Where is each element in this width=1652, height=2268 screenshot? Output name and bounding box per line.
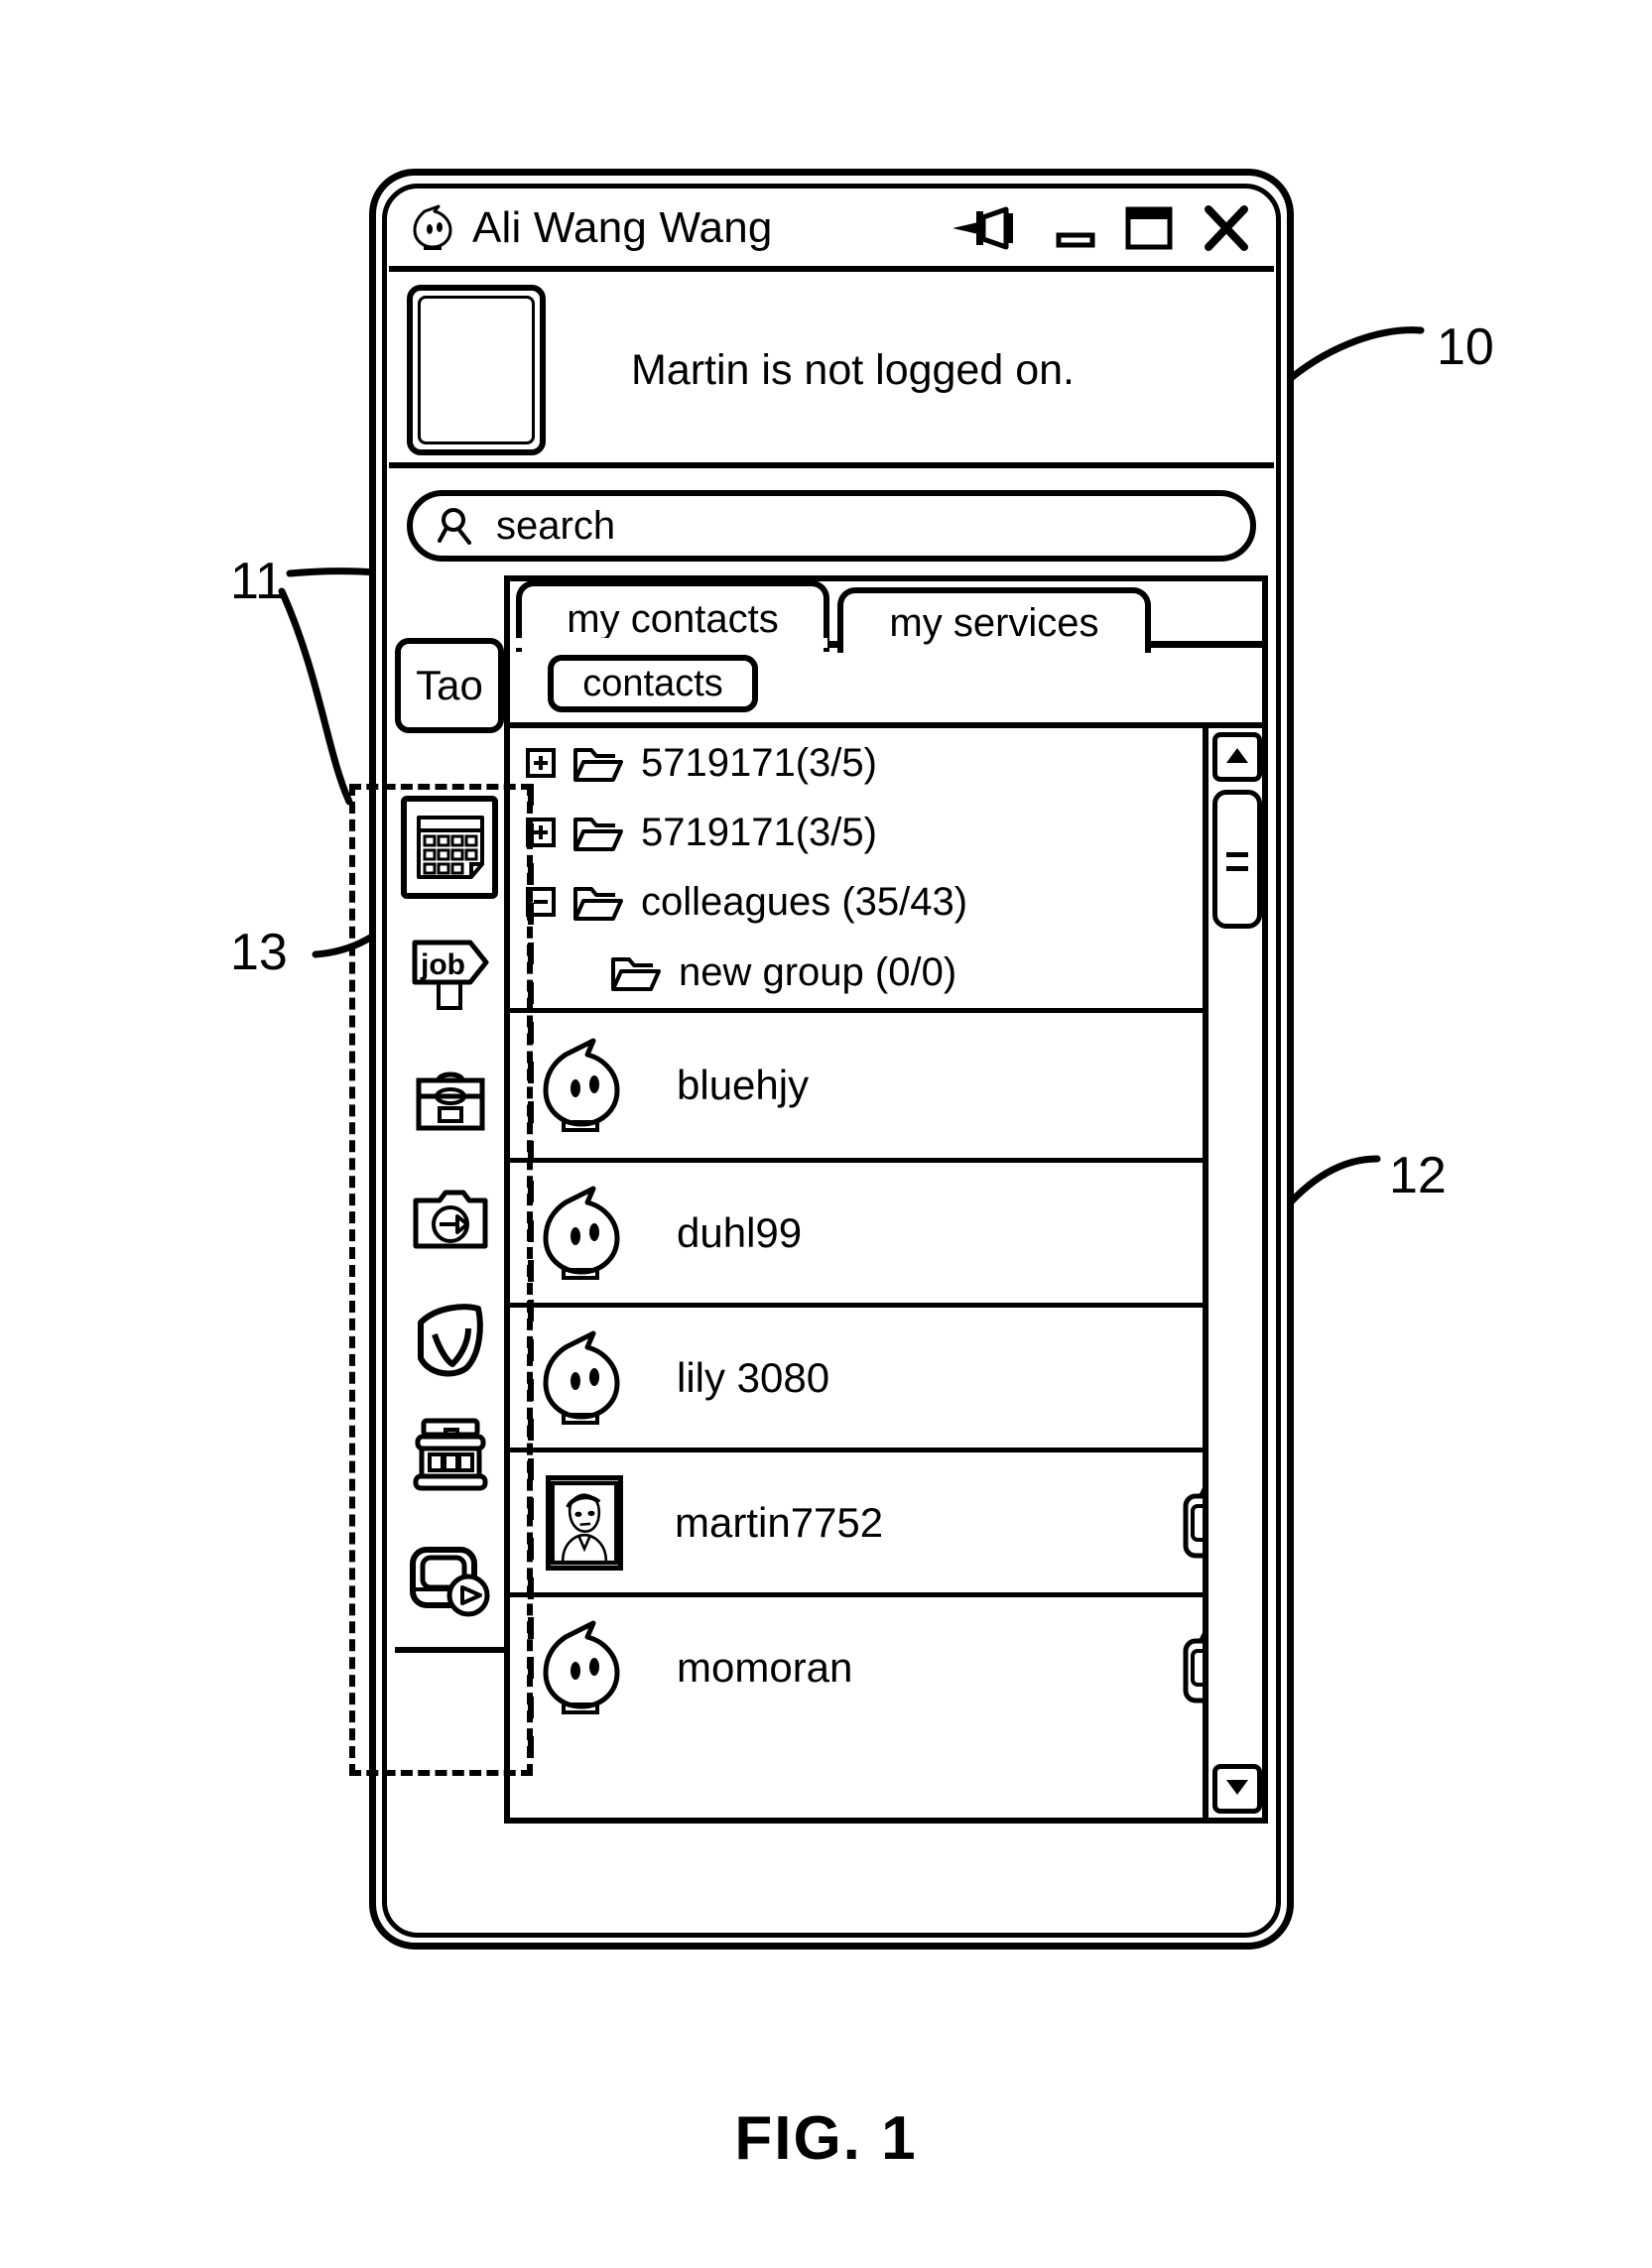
reference-numeral-12: 12 (1389, 1147, 1447, 1204)
group-row-child[interactable]: new group (0/0) (510, 937, 1262, 1008)
user-avatar-placeholder[interactable] (407, 285, 546, 455)
triangle-down-icon (1224, 1776, 1250, 1803)
contact-row[interactable]: duhl99 (510, 1158, 1262, 1303)
reference-numeral-13: 13 (230, 924, 288, 981)
photo-portrait-icon (546, 1474, 623, 1571)
window-title: Ali Wang Wang (472, 203, 773, 252)
active-tab-notch (510, 638, 827, 648)
contact-name: lily 3080 (677, 1353, 830, 1401)
contact-list-panel[interactable]: 5719171(3/5) 5719171(3/5) colleagues (35… (504, 722, 1268, 1824)
group-label: colleagues (35/43) (641, 879, 968, 924)
group-label: 5719171(3/5) (641, 740, 877, 785)
figure-caption: FIG. 1 (734, 2104, 918, 2173)
contact-row[interactable]: martin7752 (510, 1448, 1262, 1592)
profile-panel: Martin is not logged on. (389, 278, 1274, 468)
folder-icon (572, 881, 623, 923)
wangwang-avatar-icon (540, 1037, 625, 1134)
expander-plus-icon[interactable] (526, 748, 556, 778)
contact-name: bluehjy (677, 1062, 810, 1108)
callout-dashed-box (349, 784, 533, 1776)
group-label: 5719171(3/5) (641, 810, 877, 854)
scroll-down-button[interactable] (1212, 1764, 1262, 1814)
wangwang-avatar-icon (540, 1619, 625, 1716)
triangle-up-icon (1224, 744, 1250, 771)
group-row[interactable]: 5719171(3/5) (510, 728, 1262, 798)
tao-button[interactable]: Tao (395, 638, 504, 733)
contact-name: martin7752 (675, 1498, 884, 1546)
minimize-icon[interactable] (1054, 205, 1097, 251)
tab-my-services[interactable]: my services (837, 587, 1151, 653)
search-placeholder-text: search (496, 503, 616, 548)
tab-strip: my contacts my services (504, 575, 1268, 653)
folder-icon (572, 812, 623, 853)
scroll-thumb[interactable] (1212, 790, 1262, 929)
group-row[interactable]: colleagues (35/43) (510, 867, 1262, 937)
title-bar: Ali Wang Wang (389, 190, 1274, 272)
contact-row[interactable]: bluehjy (510, 1013, 1262, 1158)
folder-icon (609, 951, 661, 993)
wangwang-avatar-icon (411, 204, 456, 252)
search-input[interactable]: search (407, 490, 1256, 562)
group-row[interactable]: 5719171(3/5) (510, 798, 1262, 867)
wangwang-avatar-icon (540, 1185, 625, 1282)
tab-my-contacts-label: my contacts (567, 596, 779, 641)
contact-row[interactable]: momoran (510, 1592, 1262, 1737)
contact-name: duhl99 (677, 1208, 803, 1256)
vertical-scrollbar[interactable] (1203, 728, 1262, 1818)
status-text: Martin is not logged on. (631, 345, 1075, 394)
wangwang-avatar-icon (540, 1329, 625, 1427)
reference-numeral-10: 10 (1437, 318, 1494, 376)
search-icon (437, 505, 476, 547)
folder-icon (572, 742, 623, 784)
tao-button-label: Tao (416, 662, 483, 708)
maximize-icon[interactable] (1123, 203, 1175, 253)
reference-numeral-11: 11 (230, 553, 284, 610)
pushpin-icon[interactable] (949, 205, 1028, 251)
group-label: new group (0/0) (679, 949, 957, 994)
callout-dashed-right-edge (528, 784, 534, 1776)
tab-my-services-label: my services (889, 600, 1099, 645)
contact-name: momoran (677, 1643, 853, 1691)
contact-row[interactable]: lily 3080 (510, 1303, 1262, 1448)
close-icon[interactable] (1201, 203, 1252, 253)
scroll-up-button[interactable] (1212, 732, 1262, 782)
contacts-chip-label: contacts (582, 662, 723, 704)
contacts-chip-button[interactable]: contacts (548, 655, 758, 712)
